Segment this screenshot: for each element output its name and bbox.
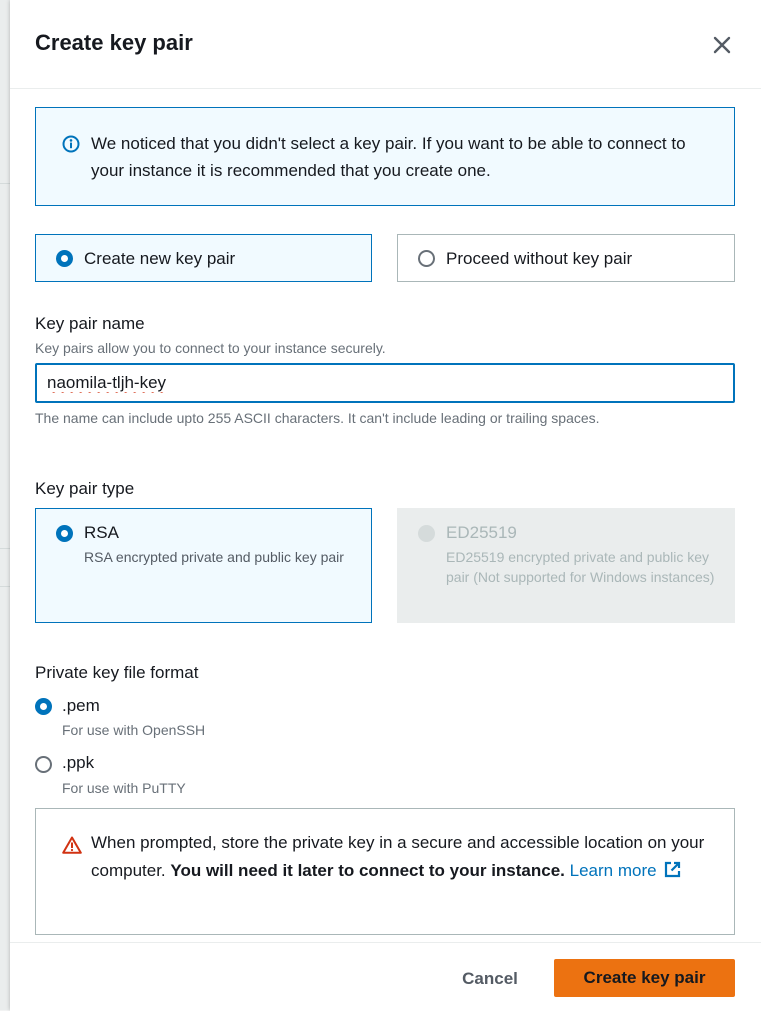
info-alert-text: We noticed that you didn't select a key … xyxy=(91,134,686,180)
key-pair-name-label: Key pair name xyxy=(35,314,145,333)
radio-button[interactable] xyxy=(35,698,52,715)
key-pair-name-description: Key pairs allow you to connect to your i… xyxy=(35,340,386,356)
option-description: For use with OpenSSH xyxy=(62,722,206,738)
radio-button[interactable] xyxy=(35,756,52,773)
dialog-body: We noticed that you didn't select a key … xyxy=(10,89,761,942)
radio-button xyxy=(418,525,435,542)
option-description: For use with PuTTY xyxy=(62,780,186,796)
proceed-without-key-pair-option[interactable]: Proceed without key pair xyxy=(397,234,735,282)
create-key-pair-button[interactable]: Create key pair xyxy=(554,959,735,997)
cancel-button[interactable]: Cancel xyxy=(450,960,530,998)
create-new-key-pair-option[interactable]: Create new key pair xyxy=(35,234,372,282)
warning-text-bold: You will need it later to connect to you… xyxy=(170,861,565,880)
option-label: Create new key pair xyxy=(84,249,236,268)
learn-more-label: Learn more xyxy=(569,861,657,880)
option-label: RSA xyxy=(84,523,119,542)
key-pair-type-label: Key pair type xyxy=(35,479,135,498)
external-link-icon xyxy=(664,859,681,887)
warning-icon xyxy=(62,836,82,854)
radio-button[interactable] xyxy=(56,250,73,267)
dialog-header: Create key pair xyxy=(10,0,761,89)
dialog-footer: Cancel Create key pair xyxy=(10,942,761,1011)
ed25519-option: ED25519 ED25519 encrypted private and pu… xyxy=(397,508,735,623)
option-label: Proceed without key pair xyxy=(446,249,633,268)
rsa-option[interactable]: RSA RSA encrypted private and public key… xyxy=(35,508,372,623)
learn-more-link[interactable]: Learn more xyxy=(570,861,682,880)
info-icon xyxy=(62,135,80,153)
dialog-title: Create key pair xyxy=(35,30,193,55)
radio-button[interactable] xyxy=(56,525,73,542)
file-format-label: Private key file format xyxy=(35,663,199,682)
key-pair-name-constraint: The name can include upto 255 ASCII char… xyxy=(35,410,600,426)
warning-alert: When prompted, store the private key in … xyxy=(35,808,735,935)
radio-button[interactable] xyxy=(418,250,435,267)
option-label: .pem xyxy=(62,696,100,715)
warning-alert-text: When prompted, store the private key in … xyxy=(91,829,716,887)
key-pair-name-input[interactable] xyxy=(35,363,735,403)
close-icon[interactable] xyxy=(710,33,734,57)
option-description: ED25519 encrypted private and public key… xyxy=(446,549,715,585)
option-description: RSA encrypted private and public key pai… xyxy=(84,549,344,565)
create-key-pair-dialog: Create key pair We noticed that you didn… xyxy=(10,0,761,1011)
info-alert: We noticed that you didn't select a key … xyxy=(35,107,735,206)
option-label: ED25519 xyxy=(446,523,517,542)
option-label: .ppk xyxy=(62,753,95,772)
